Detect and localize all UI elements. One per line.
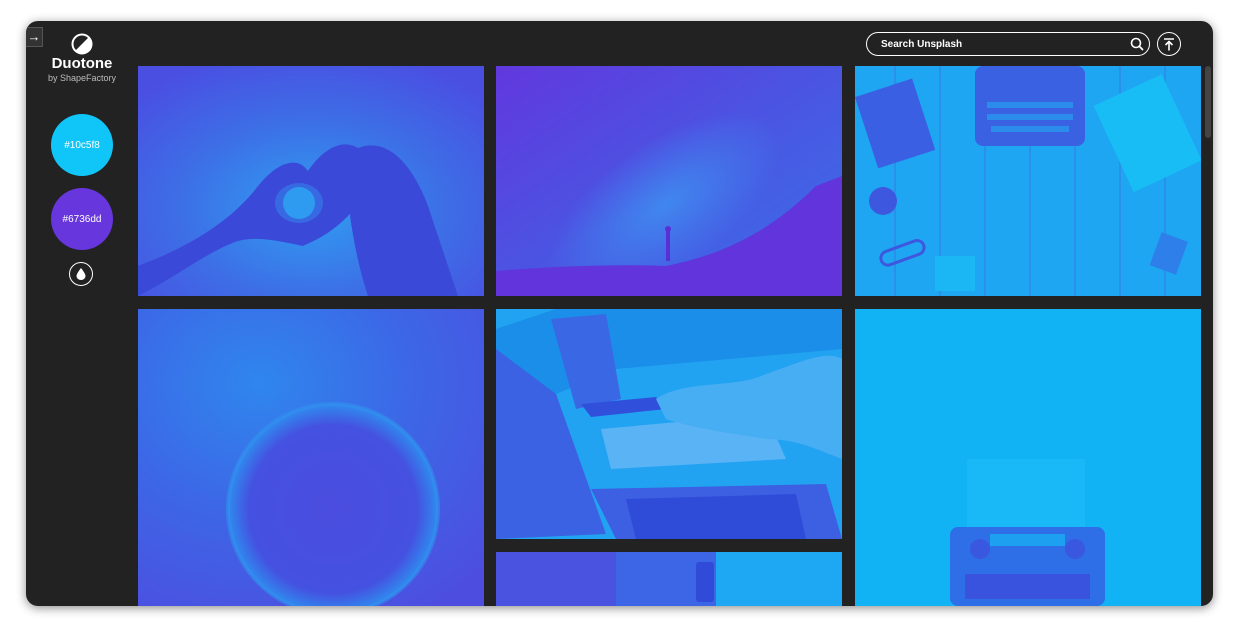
photo-hand-watch[interactable] (496, 552, 842, 606)
app-window: → Duotone by ShapeFactory #10c5f8 #6736d… (26, 21, 1213, 606)
app-title: Duotone (51, 55, 113, 72)
collapse-sidebar-button[interactable]: → (26, 27, 43, 47)
duotone-logo-icon (71, 33, 93, 55)
arrow-right-icon: → (27, 29, 41, 44)
drop-icon (76, 268, 86, 280)
photo-typewriter-desk[interactable] (855, 66, 1201, 296)
color-swatch-primary[interactable]: #10c5f8 (51, 114, 113, 176)
photo-milky-way[interactable] (496, 66, 842, 296)
arrow-up-to-line-icon (1164, 37, 1174, 50)
photo-nebula[interactable] (138, 309, 484, 606)
app-subtitle: by ShapeFactory (47, 73, 117, 83)
search-bar (866, 32, 1150, 56)
sidebar: → Duotone by ShapeFactory #10c5f8 #6736d… (26, 21, 138, 606)
photo-typewriter-paper[interactable] (855, 309, 1201, 606)
search-icon[interactable] (1129, 36, 1145, 52)
search-input[interactable] (879, 33, 1123, 56)
photo-heart-hands[interactable] (138, 66, 484, 296)
swatch-label: #6736dd (62, 213, 102, 225)
swatch-label: #10c5f8 (64, 139, 100, 151)
invert-colors-button[interactable] (69, 262, 93, 286)
color-swatch-secondary[interactable]: #6736dd (51, 188, 113, 250)
scroll-to-top-button[interactable] (1157, 32, 1181, 56)
photo-laptop-writing[interactable] (496, 309, 842, 539)
scrollbar-thumb[interactable] (1205, 66, 1211, 138)
